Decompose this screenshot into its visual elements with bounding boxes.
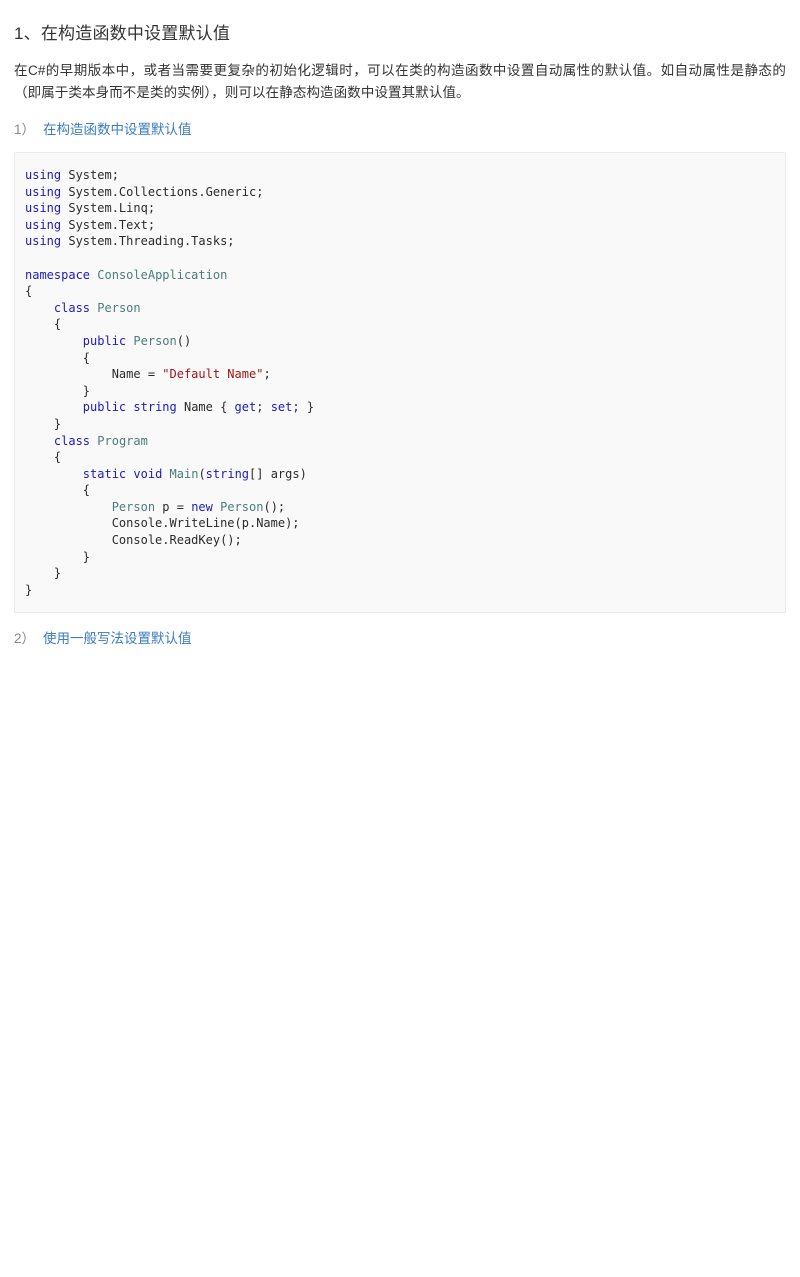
anchor-link-set-default-in-constructor[interactable]: 在构造函数中设置默认值 bbox=[43, 122, 192, 137]
page-whitespace bbox=[0, 649, 800, 1269]
list-item-2-number: 2） bbox=[14, 631, 36, 647]
code-block-container: using System; using System.Collections.G… bbox=[14, 152, 786, 614]
code-block-csharp[interactable]: using System; using System.Collections.G… bbox=[15, 153, 785, 612]
anchor-link-set-default-general-syntax[interactable]: 使用一般写法设置默认值 bbox=[43, 631, 192, 646]
intro-paragraph: 在C#的早期版本中，或者当需要更复杂的初始化逻辑时，可以在类的构造函数中设置自动… bbox=[14, 63, 786, 100]
list-item-2: 2） 使用一般写法设置默认值 bbox=[0, 613, 800, 649]
list-item-1-number: 1） bbox=[14, 122, 36, 137]
page-title: 1、在构造函数中设置默认值 bbox=[14, 24, 231, 43]
document-page: 1、在构造函数中设置默认值 在C#的早期版本中，或者当需要更复杂的初始化逻辑时，… bbox=[0, 0, 800, 1269]
list-item-1: 1） 在构造函数中设置默认值 bbox=[0, 104, 800, 140]
